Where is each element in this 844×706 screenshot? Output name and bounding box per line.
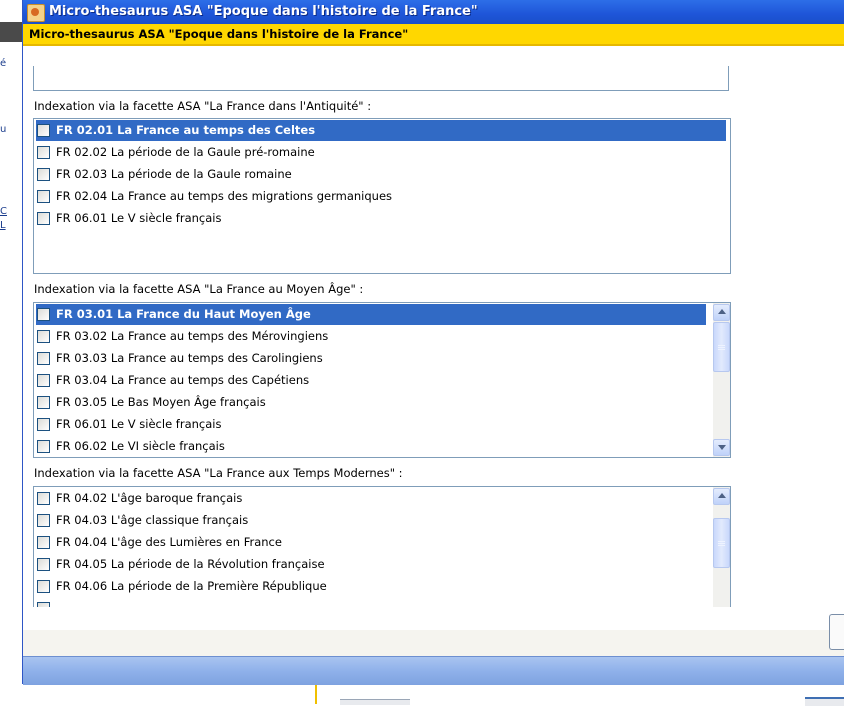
list-item[interactable]: FR 06.01 Le V siècle français [36,414,706,435]
list-item[interactable]: FR 03.01 La France du Haut Moyen Âge [36,304,706,325]
micro-thesaurus-dialog: Micro-thesaurus ASA "Epoque dans l'histo… [22,0,844,685]
list-item[interactable]: FR 04.05 La période de la Révolution fra… [36,554,706,575]
chevron-down-icon [718,445,726,450]
checkbox[interactable] [37,536,50,549]
checkbox[interactable] [37,190,50,203]
background-divider [315,684,317,704]
checkbox[interactable] [37,168,50,181]
list-item-label: FR 04.06 La période de la Première Répub… [56,579,327,593]
checkbox[interactable] [37,396,50,409]
dialog-button-partial[interactable] [829,614,844,650]
background-text-fragment: u [0,124,7,135]
scroll-thumb[interactable] [713,322,730,372]
checkbox[interactable] [37,418,50,431]
listbox-moyen-age[interactable]: FR 03.01 La France du Haut Moyen Âge FR … [33,302,731,458]
list-item[interactable]: FR 03.03 La France au temps des Caroling… [36,348,706,369]
checkbox[interactable] [37,308,50,321]
background-link-fragment[interactable]: C [0,206,7,217]
dialog-footer [23,656,844,685]
scroll-down-button[interactable] [713,439,730,456]
app-icon [27,4,45,22]
list-item-label: FR 03.01 La France du Haut Moyen Âge [56,307,311,321]
scroll-up-button[interactable] [713,488,730,505]
list-item[interactable]: FR 06.01 Le V siècle français [36,208,726,229]
checkbox[interactable] [37,492,50,505]
list-item[interactable]: FR 03.02 La France au temps des Méroving… [36,326,706,347]
dialog-content: Indexation via la facette ASA "La France… [23,66,844,630]
list-item[interactable]: FR 02.02 La période de la Gaule pré-roma… [36,142,726,163]
background-button[interactable] [340,699,410,705]
checkbox[interactable] [37,514,50,527]
scroll-up-button[interactable] [713,304,730,321]
chevron-up-icon [718,309,726,314]
list-item-label: FR 06.01 Le V siècle français [56,211,222,225]
list-item[interactable]: FR 02.01 La France au temps des Celtes [36,120,726,141]
list-item[interactable]: FR 02.04 La France au temps des migratio… [36,186,726,207]
list-item[interactable]: FR 03.05 Le Bas Moyen Âge français [36,392,706,413]
facet-label-moyen-age: Indexation via la facette ASA "La France… [34,282,364,296]
background-app-edge [0,0,22,690]
list-item[interactable]: FR 02.03 La période de la Gaule romaine [36,164,726,185]
facet-label-antiquite: Indexation via la facette ASA "La France… [34,99,372,113]
list-item[interactable]: FR 04.02 L'âge baroque français [36,488,706,509]
grip-icon [718,347,725,348]
list-item-label: FR 04.04 L'âge des Lumières en France [56,535,282,549]
facet-label-temps-modernes: Indexation via la facette ASA "La France… [34,466,403,480]
background-link-fragment[interactable]: L [0,220,6,231]
list-item-label: FR 02.03 La période de la Gaule romaine [56,167,292,181]
list-item[interactable]: FR 04.04 L'âge des Lumières en France [36,532,706,553]
checkbox[interactable] [37,602,50,607]
grip-icon [718,543,725,544]
list-item[interactable]: FR 04.03 L'âge classique français [36,510,706,531]
checkbox[interactable] [37,330,50,343]
vertical-scrollbar[interactable] [713,303,730,457]
checkbox[interactable] [37,580,50,593]
listbox-temps-modernes[interactable]: FR 04.02 L'âge baroque français FR 04.03… [33,486,731,607]
list-item-label: FR 02.01 La France au temps des Celtes [56,123,316,137]
list-item[interactable]: FR 06.02 Le VI siècle français [36,436,706,457]
scroll-thumb[interactable] [713,518,730,568]
scrolled-previous-listbox[interactable] [33,66,729,91]
list-item[interactable]: FR 03.04 La France au temps des Capétien… [36,370,706,391]
vertical-scrollbar[interactable] [713,487,730,607]
checkbox[interactable] [37,558,50,571]
header-bar: Micro-thesaurus ASA "Epoque dans l'histo… [23,24,844,66]
list-item-label: FR 02.04 La France au temps des migratio… [56,189,393,203]
list-item-label: FR 03.05 Le Bas Moyen Âge français [56,395,266,409]
listbox-antiquite[interactable]: FR 02.01 La France au temps des Celtes F… [33,118,731,274]
list-item-label: FR 03.02 La France au temps des Méroving… [56,329,329,343]
checkbox[interactable] [37,124,50,137]
title-bar[interactable]: Micro-thesaurus ASA "Epoque dans l'histo… [23,0,844,24]
list-item-label: FR 03.03 La France au temps des Caroling… [56,351,323,365]
checkbox[interactable] [37,352,50,365]
list-item-label: FR 04.05 La période de la Révolution fra… [56,557,325,571]
list-item-label: FR 02.02 La période de la Gaule pré-roma… [56,145,315,159]
checkbox[interactable] [37,212,50,225]
list-item-label: FR 04.02 L'âge baroque français [56,491,243,505]
list-item-label: FR 04.03 L'âge classique français [56,513,249,527]
list-item[interactable]: FR 04.06 La période de la Première Répub… [36,576,706,597]
background-button[interactable] [805,697,844,706]
list-item-label: FR 06.01 Le V siècle français [56,417,222,431]
list-item-label: FR 06.02 Le VI siècle français [56,439,225,453]
checkbox[interactable] [37,146,50,159]
window-title: Micro-thesaurus ASA "Epoque dans l'histo… [49,4,478,19]
checkbox[interactable] [37,440,50,453]
background-app-toolbar [0,22,22,42]
chevron-up-icon [718,493,726,498]
list-item-partial[interactable] [36,598,706,607]
list-item-label: FR 03.04 La France au temps des Capétien… [56,373,310,387]
background-text-fragment: é [0,58,7,69]
header-title: Micro-thesaurus ASA "Epoque dans l'histo… [29,27,409,41]
checkbox[interactable] [37,374,50,387]
